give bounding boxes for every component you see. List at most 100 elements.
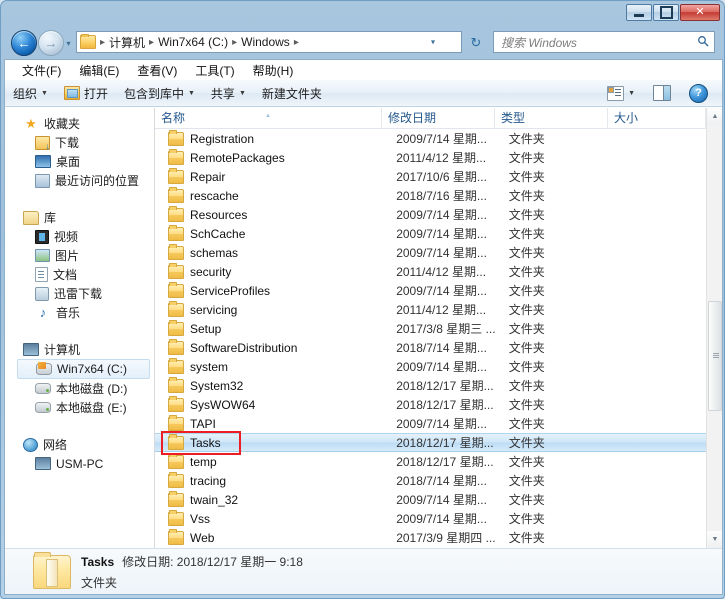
search-input[interactable]: 搜索 Windows <box>494 34 692 51</box>
chevron-down-icon: ▼ <box>187 89 195 97</box>
sidebar-item-desktop[interactable]: 桌面 <box>5 152 154 171</box>
preview-pane-button[interactable] <box>645 82 679 104</box>
column-header-name[interactable]: 名称 <box>155 108 382 128</box>
chevron-down-icon: ▼ <box>238 89 246 97</box>
table-row[interactable]: Tasks 2018/12/17 星期... 文件夹 <box>155 433 706 452</box>
navigation-pane[interactable]: ★ 收藏夹 下载 桌面 最近访问的位置 <box>5 108 155 548</box>
file-date: 2017/10/6 星期... <box>396 170 487 184</box>
chevron-down-icon[interactable]: ▾ <box>431 38 435 47</box>
sidebar-item-win7x64-c[interactable]: Win7x64 (C:) <box>17 359 150 379</box>
column-header-size[interactable]: 大小 <box>608 108 706 128</box>
new-folder-label: 新建文件夹 <box>261 86 322 101</box>
table-row[interactable]: ServiceProfiles 2009/7/14 星期... 文件夹 <box>155 281 706 300</box>
nav-header-libraries[interactable]: 库 <box>5 208 154 227</box>
include-in-library-label: 包含到库中 <box>123 86 184 101</box>
change-view-button[interactable]: ▼ <box>599 83 643 104</box>
chevron-down-icon: ▼ <box>628 89 635 97</box>
table-row[interactable]: TAPI 2009/7/14 星期... 文件夹 <box>155 414 706 433</box>
table-row[interactable]: Registration 2009/7/14 星期... 文件夹 <box>155 129 706 148</box>
table-row[interactable]: SchCache 2009/7/14 星期... 文件夹 <box>155 224 706 243</box>
table-row[interactable]: twain_32 2009/7/14 星期... 文件夹 <box>155 490 706 509</box>
menu-tools[interactable]: 工具(T) <box>186 60 243 81</box>
folder-icon <box>168 167 184 184</box>
view-list-icon <box>607 85 625 101</box>
sidebar-item-usm-pc[interactable]: USM-PC <box>5 454 154 473</box>
breadcrumb-item-windows[interactable]: Windows <box>239 35 292 49</box>
table-row[interactable]: Resources 2009/7/14 星期... 文件夹 <box>155 205 706 224</box>
table-row[interactable]: Web 2017/3/9 星期四 ... 文件夹 <box>155 528 706 547</box>
table-row[interactable]: security 2011/4/12 星期... 文件夹 <box>155 262 706 281</box>
table-row[interactable]: Vss 2009/7/14 星期... 文件夹 <box>155 509 706 528</box>
sidebar-item-documents[interactable]: 文档 <box>5 265 154 284</box>
vertical-scrollbar[interactable]: ▲ ▼ <box>706 108 722 548</box>
open-button[interactable]: 打开 <box>56 82 116 105</box>
column-header-date[interactable]: 修改日期 <box>382 108 495 128</box>
table-row[interactable]: rescache 2018/7/16 星期... 文件夹 <box>155 186 706 205</box>
sidebar-item-downloads[interactable]: 下载 <box>5 133 154 152</box>
scrollbar-thumb[interactable] <box>708 301 722 411</box>
table-row[interactable]: System32 2018/12/17 星期... 文件夹 <box>155 376 706 395</box>
folder-icon <box>168 281 184 298</box>
column-header-type[interactable]: 类型 <box>495 108 608 128</box>
sidebar-item-pictures[interactable]: 图片 <box>5 246 154 265</box>
breadcrumb-item-drive[interactable]: Win7x64 (C:) <box>156 35 230 49</box>
file-date: 2009/7/14 星期... <box>396 132 487 146</box>
scroll-up-button[interactable]: ▲ <box>707 108 722 125</box>
menu-help[interactable]: 帮助(H) <box>244 60 303 81</box>
sidebar-item-local-disk-e[interactable]: 本地磁盘 (E:) <box>5 398 154 417</box>
details-line-primary: Tasks 修改日期: 2018/12/17 星期一 9:18 <box>81 553 303 570</box>
table-row[interactable]: servicing 2011/4/12 星期... 文件夹 <box>155 300 706 319</box>
minimize-icon <box>634 13 644 17</box>
refresh-button[interactable]: ↻ <box>465 31 487 53</box>
file-name: system <box>190 359 229 374</box>
table-row[interactable]: SysWOW64 2018/12/17 星期... 文件夹 <box>155 395 706 414</box>
address-bar[interactable]: ▸ 计算机 ▸ Win7x64 (C:) ▸ Windows ▸ ▾ <box>76 31 462 53</box>
table-row[interactable]: RemotePackages 2011/4/12 星期... 文件夹 <box>155 148 706 167</box>
back-button[interactable]: ← <box>11 30 37 56</box>
nav-header-favorites[interactable]: ★ 收藏夹 <box>5 114 154 133</box>
close-button[interactable]: ✕ <box>680 4 720 21</box>
history-dropdown-button[interactable]: ▾ <box>64 39 73 48</box>
scroll-down-button[interactable]: ▼ <box>707 531 722 548</box>
folder-icon <box>168 433 184 450</box>
share-button[interactable]: 共享 ▼ <box>203 82 254 105</box>
sidebar-item-videos[interactable]: 视频 <box>5 227 154 246</box>
sidebar-item-music[interactable]: ♪ 音乐 <box>5 303 154 322</box>
menu-view[interactable]: 查看(V) <box>128 60 186 81</box>
forward-button[interactable]: → <box>38 30 64 56</box>
table-row[interactable]: Repair 2017/10/6 星期... 文件夹 <box>155 167 706 186</box>
sidebar-item-recent-places[interactable]: 最近访问的位置 <box>5 171 154 190</box>
nav-group-network: 网络 USM-PC <box>5 435 154 473</box>
table-row[interactable]: SoftwareDistribution 2018/7/14 星期... 文件夹 <box>155 338 706 357</box>
table-row[interactable]: temp 2018/12/17 星期... 文件夹 <box>155 452 706 471</box>
nav-header-network[interactable]: 网络 <box>5 435 154 454</box>
menu-edit[interactable]: 编辑(E) <box>70 60 128 81</box>
breadcrumb-item-computer[interactable]: 计算机 <box>107 34 147 51</box>
sidebar-item-local-disk-d[interactable]: 本地磁盘 (D:) <box>5 379 154 398</box>
preview-pane-icon <box>653 85 671 101</box>
file-name: security <box>190 264 232 279</box>
help-button[interactable]: ? <box>681 81 716 106</box>
maximize-button[interactable] <box>653 4 679 21</box>
new-folder-button[interactable]: 新建文件夹 <box>254 82 330 105</box>
table-row[interactable]: schemas 2009/7/14 星期... 文件夹 <box>155 243 706 262</box>
file-name: temp <box>190 454 217 469</box>
file-list-view[interactable]: 名称 修改日期 类型 大小 Registration 2009/7/14 星期..… <box>155 108 722 548</box>
minimize-button[interactable] <box>626 4 652 21</box>
nav-group-libraries: 库 视频 图片 文档 迅雷下载 ♪ 音乐 <box>5 208 154 322</box>
nav-header-computer[interactable]: 计算机 <box>5 340 154 359</box>
sidebar-item-label: USM-PC <box>56 456 104 471</box>
table-row[interactable]: system 2009/7/14 星期... 文件夹 <box>155 357 706 376</box>
table-row[interactable]: tracing 2018/7/14 星期... 文件夹 <box>155 471 706 490</box>
sidebar-item-thunder-download[interactable]: 迅雷下载 <box>5 284 154 303</box>
file-type: 文件夹 <box>508 379 545 393</box>
menu-file[interactable]: 文件(F) <box>13 60 70 81</box>
table-row[interactable]: Setup 2017/3/8 星期三 ... 文件夹 <box>155 319 706 338</box>
file-name: rescache <box>190 188 239 203</box>
folder-icon <box>168 243 184 260</box>
file-type: 文件夹 <box>508 531 545 545</box>
search-box[interactable]: 搜索 Windows <box>493 31 715 53</box>
maximize-icon <box>659 6 673 19</box>
include-in-library-button[interactable]: 包含到库中 ▼ <box>116 82 203 105</box>
organize-button[interactable]: 组织 ▼ <box>5 82 56 105</box>
